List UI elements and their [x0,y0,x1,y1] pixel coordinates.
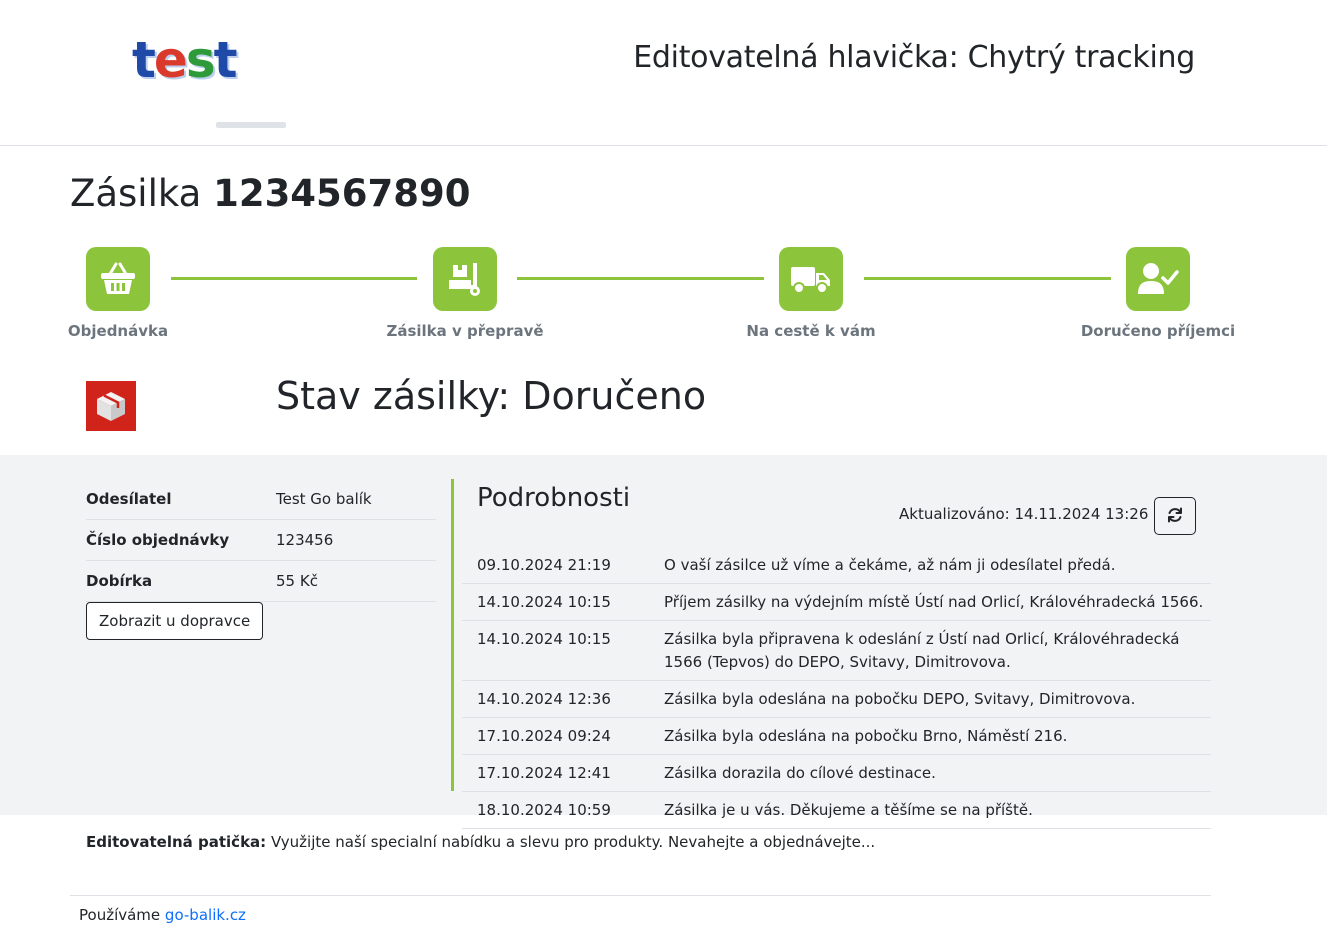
details-section: Odesílatel Test Go balík Číslo objednávk… [0,455,1327,829]
event-text: Zásilka je u vás. Děkujeme a těšíme se n… [664,801,1033,819]
shipment-title: Zásilka 1234567890 [70,172,471,215]
step-label: Objednávka [67,322,169,340]
footer-note-text: Využijte naší specialní nabídku a slevu … [266,833,876,851]
event-date: 17.10.2024 12:41 [477,764,611,782]
hand-truck-icon [433,247,497,311]
footer-using: Používáme go-balik.cz [79,906,246,924]
footer-note: Editovatelná patička: Využijte naší spec… [86,833,875,851]
step-connector [517,277,764,280]
progress-steps: Objednávka Zásilka v přepravě Na cestě k… [68,247,1240,347]
info-value: 123456 [276,531,334,549]
info-row: Dobírka 55 Kč [86,561,436,602]
info-row: Číslo objednávky 123456 [86,520,436,561]
info-key: Dobírka [86,572,153,590]
info-key: Odesílatel [86,490,172,508]
user-check-icon [1126,247,1190,311]
event-text: Zásilka byla odeslána na pobočku DEPO, S… [664,690,1136,708]
event-row: 17.10.2024 12:41 Zásilka dorazila do cíl… [462,755,1211,792]
event-date: 18.10.2024 10:59 [477,801,611,819]
info-row: Odesílatel Test Go balík [86,479,436,520]
event-date: 14.10.2024 10:15 [477,630,611,648]
event-row: 18.10.2024 10:59 Zásilka je u vás. Děkuj… [462,792,1211,829]
step-connector [864,277,1111,280]
footer-note-label: Editovatelná patička: [86,833,267,851]
shipment-label: Zásilka [70,172,202,215]
step-in-transport: Zásilka v přepravě [385,247,545,340]
step-label: Zásilka v přepravě [386,322,544,340]
logo-text: test [132,31,237,89]
truck-icon [779,247,843,311]
event-row: 14.10.2024 12:36 Zásilka byla odeslána n… [462,681,1211,718]
event-date: 14.10.2024 10:15 [477,593,611,611]
header-title: Editovatelná hlavička: Chytrý tracking [633,40,1195,75]
status-title: Stav zásilky: Doručeno [276,374,707,418]
logo: test [132,34,292,134]
package-icon [86,381,136,431]
info-value: Test Go balík [276,490,372,508]
info-key: Číslo objednávky [86,531,230,549]
event-row: 14.10.2024 10:15 Zásilka byla připravena… [462,621,1211,681]
basket-icon [86,247,150,311]
show-at-carrier-button[interactable]: Zobrazit u dopravce [86,602,264,640]
event-row: 17.10.2024 09:24 Zásilka byla odeslána n… [462,718,1211,755]
event-text: O vaší zásilce už víme a čekáme, až nám … [664,556,1116,574]
event-text: Zásilka dorazila do cílové destinace. [664,764,936,782]
details-title: Podrobnosti [477,483,631,513]
logo-caption [216,122,286,128]
event-row: 09.10.2024 21:19 O vaší zásilce už víme … [462,547,1211,584]
info-value: 55 Kč [276,572,318,590]
step-label: Na cestě k vám [746,322,876,340]
refresh-icon [1166,506,1184,527]
event-date: 14.10.2024 12:36 [477,690,611,708]
event-text: Zásilka byla odeslána na pobočku Brno, N… [664,727,1068,745]
step-label: Doručeno příjemci [1080,322,1236,340]
event-list: 09.10.2024 21:19 O vaší zásilce už víme … [462,547,1211,829]
page-header: test Editovatelná hlavička: Chytrý track… [0,0,1327,146]
footer-divider [70,895,1211,896]
shipment-info: Odesílatel Test Go balík Číslo objednávk… [86,479,436,640]
go-balik-link[interactable]: go-balik.cz [165,906,246,924]
event-row: 14.10.2024 10:15 Příjem zásilky na výdej… [462,584,1211,621]
shipment-number: 1234567890 [213,172,471,215]
refresh-button[interactable] [1154,497,1196,535]
step-order: Objednávka [38,247,198,340]
event-text: Zásilka byla připravena k odeslání z Úst… [664,630,1180,671]
updated-timestamp: Aktualizováno: 14.11.2024 13:26 [899,505,1149,523]
step-delivered: Doručeno příjemci [1078,247,1238,340]
step-on-the-way: Na cestě k vám [731,247,891,340]
event-date: 09.10.2024 21:19 [477,556,611,574]
step-connector [171,277,417,280]
footer-using-label: Používáme [79,906,165,924]
vertical-divider [451,479,454,791]
event-text: Příjem zásilky na výdejním místě Ústí na… [664,593,1204,611]
event-date: 17.10.2024 09:24 [477,727,611,745]
